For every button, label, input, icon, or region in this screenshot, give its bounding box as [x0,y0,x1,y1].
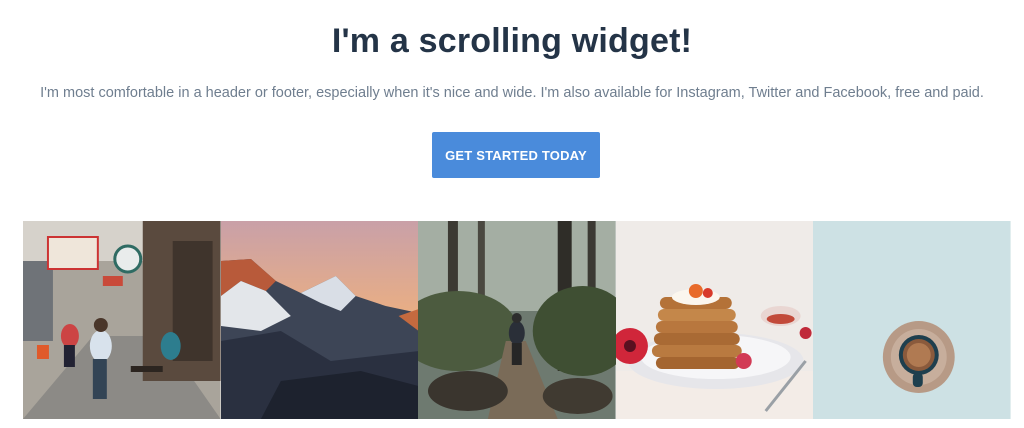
photo-pancakes[interactable] [615,221,814,419]
page-title: I'm a scrolling widget! [331,22,693,60]
photo-carousel[interactable] [23,221,1011,419]
photo-mountains[interactable] [220,221,419,419]
photo-forest-hiker[interactable] [418,221,616,419]
photo-coffee-cup[interactable] [813,221,1011,419]
get-started-button[interactable]: GET STARTED TODAY [432,132,600,178]
page-subtitle: I'm most comfortable in a header or foot… [40,85,984,101]
photo-street-scene[interactable] [23,221,221,419]
